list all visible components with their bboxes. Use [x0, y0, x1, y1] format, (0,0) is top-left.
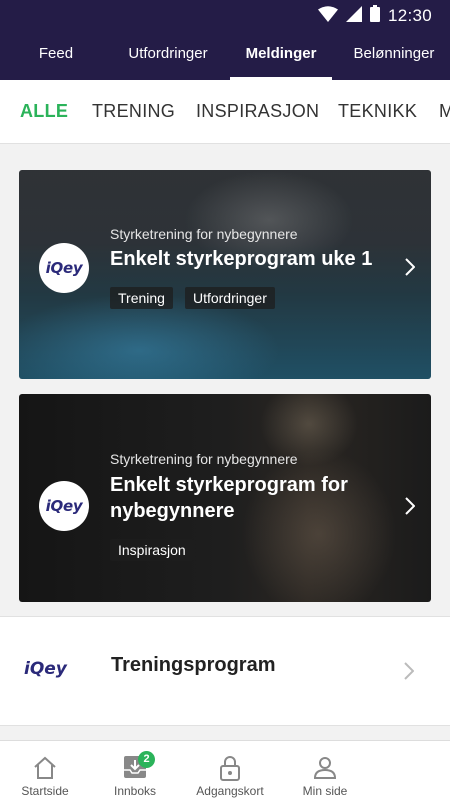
- message-card[interactable]: iQey Styrketrening for nybegynnere Enkel…: [19, 394, 431, 602]
- brand-logo: iQey: [39, 243, 89, 293]
- nav-adgangskort[interactable]: Adgangskort: [180, 741, 280, 800]
- inbox-icon: 2: [123, 751, 155, 784]
- nav-startside[interactable]: Startside: [0, 741, 90, 800]
- home-icon: [32, 755, 58, 786]
- category-more[interactable]: M: [439, 101, 450, 122]
- chevron-right-icon: [405, 497, 416, 520]
- category-trening[interactable]: TRENING: [92, 101, 175, 122]
- tag: Trening: [110, 287, 173, 309]
- training-program-row[interactable]: iQey Treningsprogram: [0, 616, 450, 726]
- wifi-icon: [317, 5, 338, 27]
- chevron-right-icon: [405, 258, 416, 281]
- nav-label: Min side: [302, 784, 348, 798]
- signal-icon: [345, 5, 362, 27]
- app-header: 12:30 Feed Utfordringer Meldinger Belønn…: [0, 0, 450, 80]
- category-filter-bar: ALLE TRENING INSPIRASJON TEKNIKK M: [0, 80, 450, 144]
- nav-label: Adgangskort: [196, 784, 264, 798]
- card-title: Enkelt styrkeprogram uke 1: [110, 248, 373, 270]
- category-inspirasjon[interactable]: INSPIRASJON: [196, 101, 319, 122]
- brand-logo: iQey: [39, 481, 89, 531]
- chevron-right-icon: [404, 662, 415, 685]
- category-teknikk[interactable]: TEKNIKK: [338, 101, 417, 122]
- nav-innboks[interactable]: 2 Innboks: [90, 741, 180, 800]
- tab-belonninger[interactable]: Belønninger: [338, 36, 450, 80]
- bottom-navigation: Startside 2 Innboks Adgangskort Min side: [0, 740, 450, 800]
- top-tabs: Feed Utfordringer Meldinger Belønninger: [0, 36, 450, 80]
- brand-logo: iQey: [24, 659, 67, 679]
- tag: Inspirasjon: [110, 539, 194, 561]
- nav-label: Innboks: [113, 784, 157, 798]
- tab-utfordringer[interactable]: Utfordringer: [112, 36, 224, 80]
- nav-label: Startside: [21, 784, 69, 798]
- person-icon: [313, 755, 337, 784]
- status-time: 12:30: [387, 6, 432, 25]
- card-title-line2: nybegynnere: [110, 500, 235, 522]
- tab-feed[interactable]: Feed: [0, 36, 112, 80]
- battery-icon: [369, 5, 380, 27]
- card-title-line1: Enkelt styrkeprogram for: [110, 474, 348, 496]
- nav-min-side[interactable]: Min side: [285, 741, 365, 800]
- message-card[interactable]: iQey Styrketrening for nybegynnere Enkel…: [19, 170, 431, 379]
- lock-icon: [220, 755, 240, 786]
- unread-badge: 2: [138, 751, 155, 768]
- tag-list: Inspirasjon: [110, 539, 194, 561]
- tag-list: Trening Utfordringer: [110, 287, 275, 309]
- category-alle[interactable]: ALLE: [20, 101, 68, 122]
- card-subtitle: Styrketrening for nybegynnere: [110, 451, 298, 467]
- tab-meldinger[interactable]: Meldinger: [224, 36, 338, 80]
- status-bar: 12:30: [0, 0, 450, 30]
- program-title: Treningsprogram: [111, 654, 276, 676]
- card-subtitle: Styrketrening for nybegynnere: [110, 226, 298, 242]
- tag: Utfordringer: [184, 287, 275, 309]
